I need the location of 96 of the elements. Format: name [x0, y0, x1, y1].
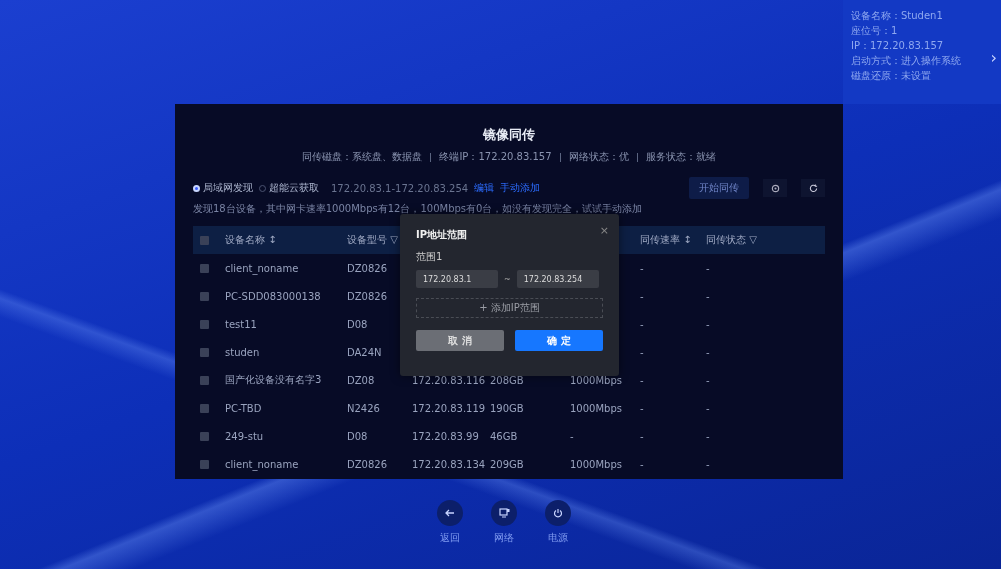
dock-button[interactable]: [491, 500, 517, 526]
table-cell: 国产化设备没有名字3: [225, 374, 322, 385]
table-cell: -: [570, 430, 574, 442]
table-cell: D08: [347, 318, 368, 330]
range-separator: ~: [504, 274, 511, 284]
table-cell: 172.20.83.116: [412, 374, 486, 386]
table-cell: -: [706, 318, 710, 330]
table-cell: D08: [347, 430, 368, 442]
panel-title: 镜像同传: [482, 126, 536, 144]
table-cell: 190GB: [490, 402, 524, 414]
column-header[interactable]: 同传状态 ▽: [706, 234, 757, 245]
dialog-title: IP地址范围: [416, 228, 469, 242]
status-item: 服务状态：就绪: [645, 150, 716, 164]
ip-range-text: 172.20.83.1-172.20.83.254: [331, 182, 469, 194]
table-cell: client_noname: [225, 262, 299, 274]
table-cell: 208GB: [490, 374, 524, 386]
dock-button[interactable]: [545, 500, 571, 526]
table-cell: DZ0826: [347, 290, 387, 302]
dock-label: 电源: [548, 531, 568, 545]
expand-button[interactable]: ›: [990, 50, 997, 65]
table-cell: -: [640, 430, 644, 442]
status-item: 同传磁盘：系统盘、数据盘: [302, 150, 423, 164]
table-cell: DZ0826: [347, 458, 387, 470]
row-checkbox[interactable]: [200, 459, 209, 469]
table-cell: -: [706, 430, 710, 442]
device-info-line: 座位号：1: [851, 24, 898, 38]
table-cell: 172.20.83.119: [412, 402, 486, 414]
refresh-button[interactable]: [801, 179, 825, 197]
settings-icon: [770, 183, 780, 193]
table-cell: -: [640, 458, 644, 470]
row-checkbox[interactable]: [200, 403, 209, 413]
back-arrow-icon: [445, 509, 455, 517]
table-cell: client_noname: [225, 458, 299, 470]
confirm-button[interactable]: 确 定: [515, 330, 603, 351]
source-radio[interactable]: 超能云获取: [259, 181, 319, 195]
row-checkbox[interactable]: [200, 347, 209, 357]
table-cell: -: [640, 290, 644, 302]
table-cell: -: [706, 346, 710, 358]
refresh-icon: [808, 183, 818, 193]
device-info-line: 设备名称：Studen1: [851, 9, 943, 23]
settings-button[interactable]: [763, 179, 787, 197]
table-cell: N2426: [347, 402, 380, 414]
table-cell: DA24N: [347, 346, 382, 358]
device-info-line: IP：172.20.83.157: [851, 39, 944, 53]
action-link[interactable]: 手动添加: [500, 181, 541, 195]
table-cell: PC-SDD083000138: [225, 290, 321, 302]
table-cell: 172.20.83.134: [412, 458, 486, 470]
table-cell: -: [640, 262, 644, 274]
row-checkbox[interactable]: [200, 291, 209, 301]
start-ip-field[interactable]: 172.20.83.1: [416, 270, 498, 288]
power-icon: [553, 508, 563, 518]
column-header[interactable]: 同传速率 ↕: [640, 234, 692, 245]
row-checkbox[interactable]: [200, 263, 209, 273]
status-item: 终端IP：172.20.83.157: [439, 150, 552, 164]
row-checkbox[interactable]: [200, 375, 209, 385]
column-header[interactable]: 设备型号 ▽: [347, 234, 398, 245]
device-info-line: 磁盘还原：未设置: [851, 69, 931, 83]
table-cell: -: [640, 318, 644, 330]
dock-button[interactable]: [437, 500, 463, 526]
row-checkbox[interactable]: [200, 319, 209, 329]
row-checkbox[interactable]: [200, 431, 209, 441]
table-cell: DZ08: [347, 374, 375, 386]
table-cell: PC-TBD: [225, 402, 262, 414]
table-cell: test11: [225, 318, 257, 330]
cancel-button[interactable]: 取 消: [416, 330, 504, 351]
summary-text: 发现18台设备，其中网卡速率1000Mbps有12台，100Mbps有0台，如没有发现完全，试试手动添加: [193, 202, 644, 216]
table-cell: -: [706, 290, 710, 302]
table-cell: 172.20.83.99: [412, 430, 479, 442]
action-link[interactable]: 编辑: [474, 181, 495, 195]
end-ip-field[interactable]: 172.20.83.254: [516, 270, 599, 288]
range-label: 范围1: [416, 250, 444, 264]
table-cell: -: [706, 374, 710, 386]
add-range-button[interactable]: + 添加IP范围: [416, 298, 603, 318]
dock-label: 返回: [440, 531, 460, 545]
source-radio[interactable]: 局域网发现: [193, 181, 253, 195]
table-cell: 1000Mbps: [570, 374, 622, 386]
table-cell: 46GB: [490, 430, 518, 442]
table-cell: 1000Mbps: [570, 402, 622, 414]
table-cell: 209GB: [490, 458, 524, 470]
close-button[interactable]: ×: [599, 224, 609, 237]
monitor-icon: [498, 508, 510, 518]
table-cell: -: [706, 262, 710, 274]
select-all-checkbox[interactable]: [200, 235, 209, 245]
dock-label: 网络: [494, 531, 514, 545]
status-item: 网络状态：优: [568, 150, 629, 164]
table-cell: DZ0826: [347, 262, 387, 274]
table-cell: 1000Mbps: [570, 458, 622, 470]
table-cell: studen: [225, 346, 260, 358]
table-cell: -: [640, 374, 644, 386]
table-cell: 249-stu: [225, 430, 264, 442]
table-cell: -: [706, 402, 710, 414]
column-header[interactable]: 设备名称 ↕: [225, 234, 277, 245]
table-cell: -: [640, 346, 644, 358]
table-cell: -: [640, 402, 644, 414]
device-info-line: 启动方式：进入操作系统: [851, 54, 961, 68]
table-cell: -: [706, 458, 710, 470]
